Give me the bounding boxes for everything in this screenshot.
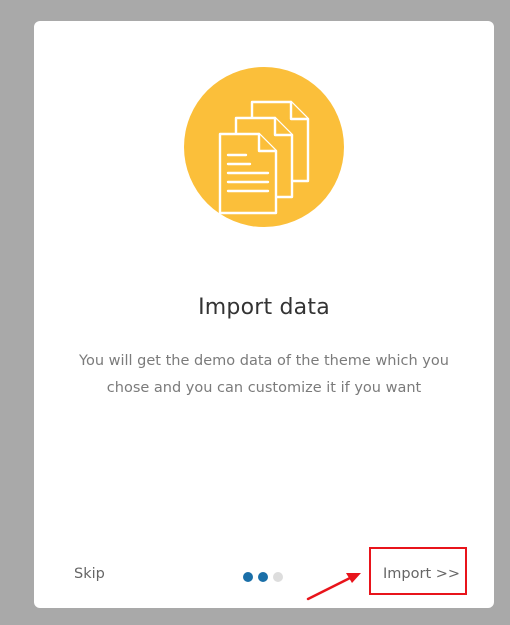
highlight-box — [369, 547, 467, 595]
step-dot-3[interactable] — [273, 572, 283, 582]
step-indicator — [243, 572, 283, 582]
page-description: You will get the demo data of the theme … — [79, 353, 449, 396]
step-dot-2[interactable] — [258, 572, 268, 582]
page-title: Import data — [198, 295, 330, 320]
onboarding-card: Import data You will get the demo data o… — [34, 21, 494, 608]
step-dot-1[interactable] — [243, 572, 253, 582]
skip-button[interactable]: Skip — [74, 566, 105, 582]
hero-icon-circle — [184, 67, 344, 227]
documents-icon — [218, 100, 310, 215]
